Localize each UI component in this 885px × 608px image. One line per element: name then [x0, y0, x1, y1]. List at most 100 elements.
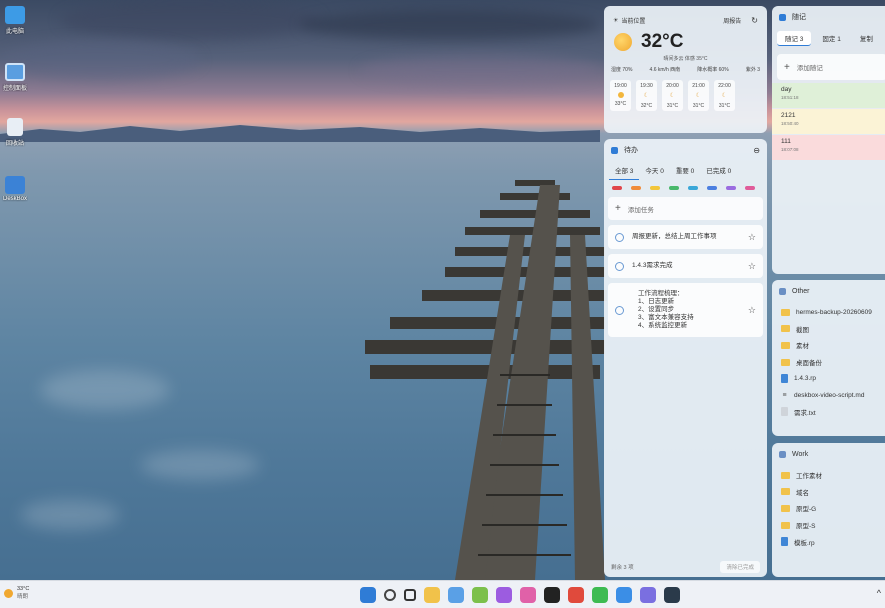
control-panel-icon — [5, 63, 25, 81]
moon-icon: ☾ — [695, 93, 702, 99]
tab-all[interactable]: 全部 3 — [609, 165, 640, 180]
tray-chevron-icon[interactable]: ^ — [877, 588, 881, 598]
weather-widget: ☀ 当前位置 周报告 ↻ 32°C 晴间多云 体感 35°C 湿度 70% 4.… — [604, 6, 767, 133]
file-item[interactable]: 域名 — [772, 484, 885, 501]
current-temperature: 32°C — [641, 31, 684, 52]
task-checkbox[interactable] — [615, 261, 624, 271]
star-icon[interactable]: ☆ — [748, 261, 756, 272]
weather-stats: 湿度 70% 4.6 km/h 西南 降水概率 60% 紫外 3 — [611, 67, 760, 73]
file-item[interactable]: 原型-G — [772, 500, 885, 517]
file-item[interactable]: 原型-S — [772, 517, 885, 534]
task-item[interactable]: 周报更新，总结上周工作事项 ☆ — [608, 225, 763, 249]
start-icon[interactable] — [360, 587, 376, 603]
color-tag[interactable] — [650, 186, 660, 190]
folder-icon — [781, 341, 790, 349]
file-item[interactable]: 1.4.3.rp — [772, 370, 885, 387]
folder-icon — [779, 287, 786, 295]
star-icon[interactable]: ☆ — [748, 232, 756, 243]
file-explorer-icon[interactable] — [424, 587, 440, 603]
app-dark-icon[interactable] — [664, 587, 680, 603]
hourly-forecast: 19:00 33°C 19:30 ☾ 32°C 20:00 ☾ 31°C 21:… — [604, 73, 767, 111]
color-tag[interactable] — [745, 186, 755, 190]
color-tag[interactable] — [669, 186, 679, 190]
tab-today[interactable]: 今天 0 — [639, 165, 669, 180]
tab-copy[interactable]: 复制 — [852, 31, 881, 46]
app-purple-icon[interactable] — [496, 587, 512, 603]
add-note-button[interactable]: + 添加随记 — [777, 54, 885, 80]
todo-tabs: 全部 3 今天 0 重要 0 已完成 0 — [604, 161, 767, 180]
add-task-button[interactable]: + 添加任务 — [608, 197, 763, 220]
deskbox-app-icon[interactable] — [448, 587, 464, 603]
color-tag[interactable] — [612, 186, 622, 190]
refresh-icon[interactable]: ↻ — [751, 16, 758, 25]
moon-icon: ☾ — [721, 93, 728, 99]
tab-important[interactable]: 重要 0 — [670, 165, 700, 180]
hourly-item: 20:00 ☾ 31°C — [662, 80, 683, 111]
task-checkbox[interactable] — [615, 305, 624, 315]
todo-title: 待办 — [624, 147, 638, 154]
note-item[interactable]: 111 18:07:08 — [772, 135, 885, 160]
taskbar-weather[interactable]: 33°C 晴朗 — [4, 586, 29, 600]
todo-footer: 剩余 3 项 清除已完成 — [604, 557, 767, 577]
file-item[interactable]: 需求.txt — [772, 404, 885, 421]
task-view-icon[interactable] — [404, 589, 416, 601]
desktop-icon-recycle-bin[interactable]: 回收站 — [2, 118, 28, 147]
other-file-list: hermes-backup-20260609 截图 素材 桌面备份 1.4.3.… — [772, 302, 885, 420]
note-item[interactable]: day 18:51:18 — [772, 83, 885, 108]
clear-completed-button[interactable]: 清除已完成 — [720, 561, 760, 573]
todo-widget: 待办 ⊖ 全部 3 今天 0 重要 0 已完成 0 + 添加任务 周报更新，总结… — [604, 139, 767, 577]
file-item[interactable]: 截图 — [772, 321, 885, 338]
color-tag[interactable] — [707, 186, 717, 190]
other-title: Other — [792, 287, 810, 295]
hourly-item: 19:00 33°C — [610, 80, 631, 111]
star-icon[interactable]: ☆ — [748, 305, 756, 316]
file-item[interactable]: hermes-backup-20260609 — [772, 304, 885, 321]
task-checkbox[interactable] — [615, 232, 624, 242]
app-pink-icon[interactable] — [520, 587, 536, 603]
taskbar: 33°C 晴朗 ^ — [0, 580, 885, 608]
desktop-icon-control-panel[interactable]: 控制面板 — [2, 63, 28, 92]
hourly-item: 19:30 ☾ 32°C — [636, 80, 657, 111]
tab-notes[interactable]: 随记 3 — [777, 31, 812, 46]
search-icon[interactable] — [384, 589, 396, 601]
chrome-icon[interactable] — [568, 587, 584, 603]
hourly-item: 22:00 ☾ 31°C — [714, 80, 735, 111]
weather-location[interactable]: ☀ 当前位置 — [613, 16, 645, 25]
todo-icon — [611, 146, 618, 154]
file-item[interactable]: 模板.rp — [772, 533, 885, 550]
wechat-icon[interactable] — [592, 587, 608, 603]
app-green-icon[interactable] — [472, 587, 488, 603]
moon-icon: ☾ — [669, 93, 676, 99]
tab-completed[interactable]: 已完成 0 — [700, 165, 737, 180]
color-tag[interactable] — [726, 186, 736, 190]
task-item[interactable]: 工作流程梳理： 1、日志更新 2、设置同步 3、富文本兼容支持 4、系统监控更新… — [608, 283, 763, 337]
color-tag[interactable] — [631, 186, 641, 190]
more-icon[interactable]: ⊖ — [753, 146, 760, 155]
file-item[interactable]: 桌面备份 — [772, 354, 885, 371]
folder-icon — [781, 521, 790, 529]
desktop-icon-computer[interactable]: 此电脑 — [2, 6, 28, 35]
folder-icon — [781, 504, 790, 512]
app-violet-icon[interactable] — [640, 587, 656, 603]
app-blue-icon[interactable] — [616, 587, 632, 603]
taskbar-apps — [360, 587, 680, 603]
weather-description: 晴间多云 体感 35°C — [663, 56, 708, 62]
location-icon: ☀ — [613, 18, 619, 24]
rp-file-icon — [781, 537, 788, 547]
file-item[interactable]: ≡ deskbox-video-script.md — [772, 387, 885, 404]
desktop-icon-deskbox[interactable]: DeskBox — [2, 176, 28, 202]
tab-pinned[interactable]: 固定 1 — [814, 31, 848, 46]
folder-icon — [781, 325, 790, 333]
work-title: Work — [792, 450, 809, 458]
rp-file-icon — [781, 374, 788, 384]
weather-forecast-link[interactable]: 周报告 — [723, 16, 741, 25]
file-item[interactable]: 素材 — [772, 337, 885, 354]
task-item[interactable]: 1.4.3需求完成 ☆ — [608, 254, 763, 278]
other-folder-widget: Other hermes-backup-20260609 截图 素材 桌面备份 … — [772, 280, 885, 436]
file-item[interactable]: 工作素材 — [772, 467, 885, 484]
notes-widget: 随记 随记 3 固定 1 复制 + 添加随记 day 18:51:18 2121… — [772, 6, 885, 274]
moon-icon: ☾ — [643, 93, 650, 99]
note-item[interactable]: 2121 18:50:40 — [772, 109, 885, 134]
app-x-icon[interactable] — [544, 587, 560, 603]
color-tag[interactable] — [688, 186, 698, 190]
